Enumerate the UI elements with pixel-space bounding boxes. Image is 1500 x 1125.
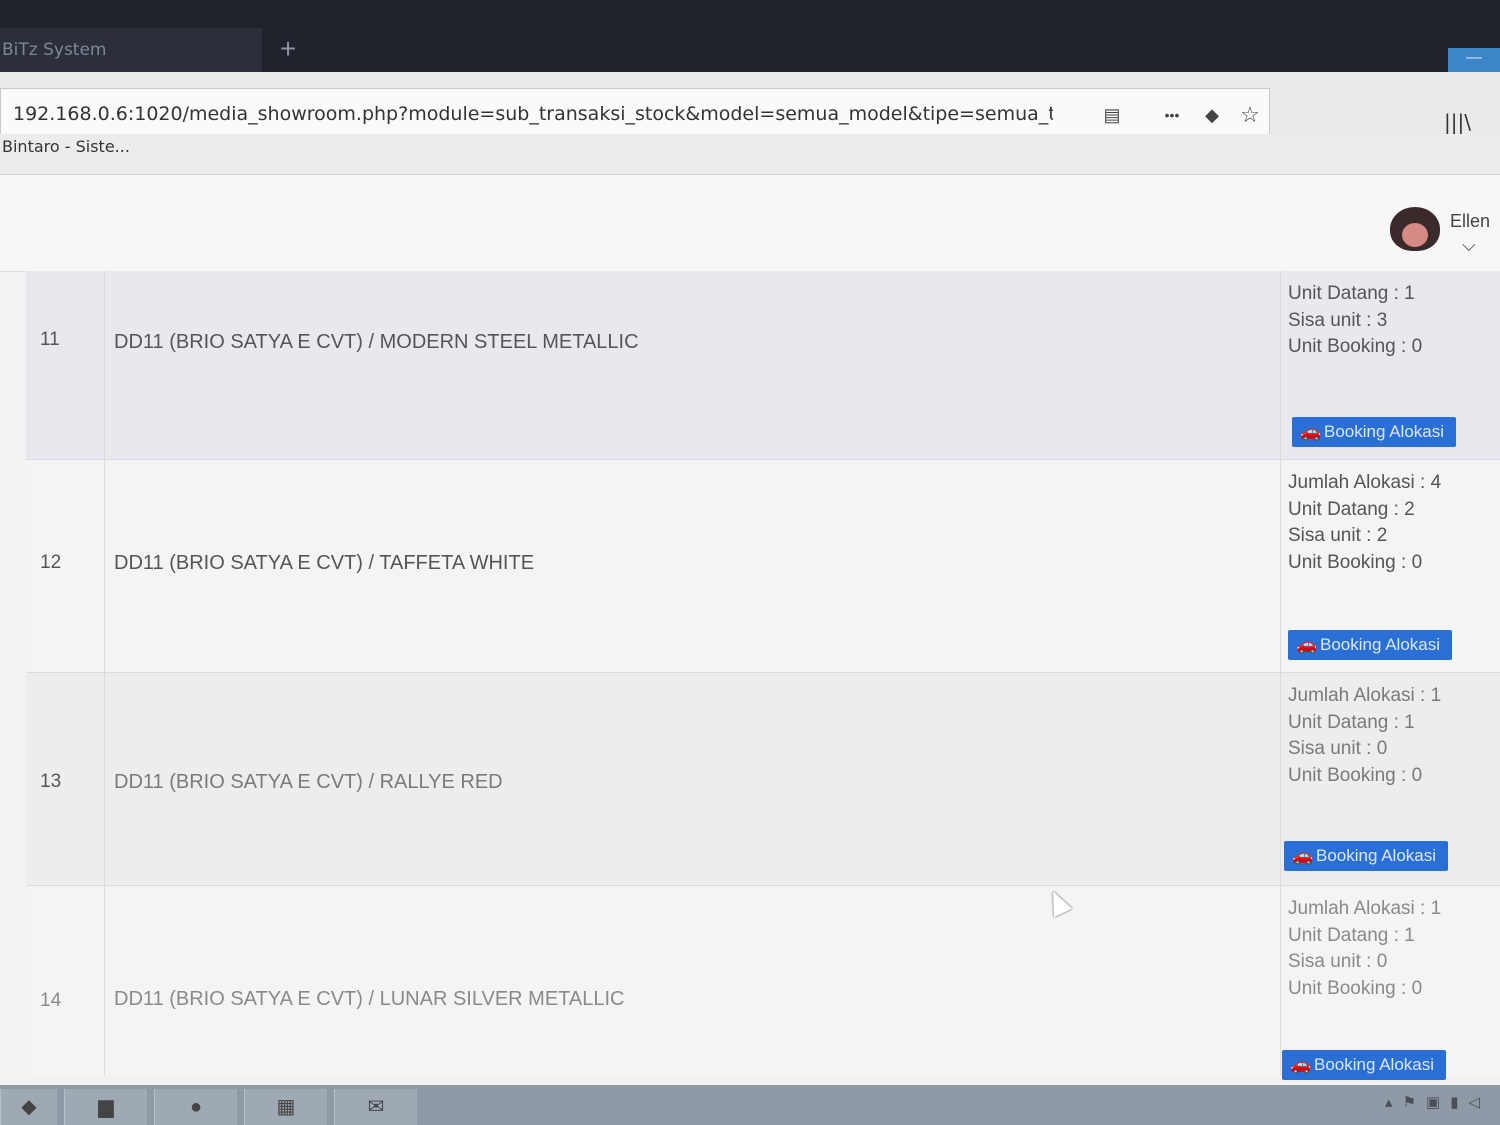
row-number: 12	[40, 552, 62, 573]
explorer-icon[interactable]: ▆	[64, 1089, 147, 1125]
bookmarks-bar: Bintaro - Siste...	[0, 134, 1500, 175]
row-number: 14	[40, 990, 62, 1011]
url-text[interactable]: 192.168.0.6:1020/media_showroom.php?modu…	[13, 103, 1053, 125]
booking-alokasi-button[interactable]: 🚗 Booking Alokasi	[1292, 417, 1456, 447]
pocket-icon[interactable]: ◆	[1199, 103, 1225, 127]
user-name[interactable]: Ellen	[1450, 211, 1490, 232]
browser-tab[interactable]: BiTz System	[0, 28, 262, 72]
info-line: Unit Datang : 2	[1288, 498, 1415, 520]
info-line: Sisa unit : 0	[1288, 738, 1388, 759]
stock-info: Jumlah Alokasi : 1 Unit Datang : 1 Sisa …	[1288, 896, 1488, 1002]
bookmark-item[interactable]: Bintaro - Siste...	[2, 137, 130, 156]
info-line: Sisa unit : 3	[1288, 309, 1388, 331]
vehicle-description: DD11 (BRIO SATYA E CVT) / MODERN STEEL M…	[114, 331, 639, 353]
table-row: 13 DD11 (BRIO SATYA E CVT) / RALLYE RED …	[26, 673, 1500, 886]
row-number: 13	[40, 771, 62, 792]
library-icon[interactable]: |||\	[1444, 110, 1471, 134]
row-description-cell: DD11 (BRIO SATYA E CVT) / RALLYE RED	[104, 673, 1281, 885]
row-number-cell: 13	[26, 673, 105, 885]
info-line: Jumlah Alokasi : 1	[1288, 898, 1442, 919]
address-bar[interactable]: 192.168.0.6:1020/media_showroom.php?modu…	[0, 88, 1270, 140]
info-line: Unit Booking : 0	[1288, 764, 1423, 786]
table-row: 12 DD11 (BRIO SATYA E CVT) / TAFFETA WHI…	[26, 460, 1500, 673]
os-taskbar: ◆ ▆ ● ▦ ✉ ▴⚑▣▮◁	[0, 1085, 1500, 1125]
car-icon: 🚗	[1300, 422, 1322, 441]
row-description-cell: DD11 (BRIO SATYA E CVT) / LUNAR SILVER M…	[104, 886, 1281, 1076]
minimize-button[interactable]: —	[1448, 48, 1500, 72]
button-label: Booking Alokasi	[1320, 635, 1441, 654]
car-icon: 🚗	[1296, 635, 1318, 654]
info-line: Unit Datang : 1	[1288, 283, 1415, 304]
stock-info: Jumlah Alokasi : 4 Unit Datang : 2 Sisa …	[1288, 470, 1488, 576]
calculator-icon[interactable]: ▦	[244, 1089, 327, 1125]
info-line: Jumlah Alokasi : 1	[1288, 685, 1442, 706]
bookmark-star-icon[interactable]: ☆	[1237, 103, 1263, 127]
reader-view-icon[interactable]: ▤	[1099, 103, 1125, 127]
row-number-cell: 11	[26, 271, 105, 459]
button-label: Booking Alokasi	[1316, 846, 1437, 865]
info-line: Unit Datang : 1	[1288, 711, 1415, 733]
info-line: Sisa unit : 0	[1288, 951, 1388, 972]
app-icon[interactable]: ✉	[334, 1089, 417, 1125]
info-line: Unit Booking : 0	[1288, 551, 1423, 573]
row-description-cell: DD11 (BRIO SATYA E CVT) / MODERN STEEL M…	[104, 271, 1281, 459]
table-row: 14 DD11 (BRIO SATYA E CVT) / LUNAR SILVE…	[26, 886, 1500, 1080]
info-line: Jumlah Alokasi : 4	[1288, 472, 1442, 493]
row-number-cell: 12	[26, 460, 105, 672]
user-avatar[interactable]	[1390, 207, 1440, 251]
system-tray: ▴⚑▣▮◁	[1385, 1094, 1490, 1111]
vehicle-description: DD11 (BRIO SATYA E CVT) / LUNAR SILVER M…	[114, 988, 625, 1010]
app-header: Ellen ⌵	[0, 175, 1500, 272]
stock-table: 11 DD11 (BRIO SATYA E CVT) / MODERN STEE…	[26, 271, 1500, 1080]
info-line: Sisa unit : 2	[1288, 525, 1388, 546]
booking-alokasi-button[interactable]: 🚗 Booking Alokasi	[1288, 630, 1452, 660]
stock-info: Unit Datang : 1 Sisa unit : 3 Unit Booki…	[1288, 281, 1488, 361]
info-line: Unit Booking : 0	[1288, 977, 1423, 999]
browser-icon[interactable]: ●	[154, 1089, 237, 1125]
table-row: 11 DD11 (BRIO SATYA E CVT) / MODERN STEE…	[26, 271, 1500, 460]
booking-alokasi-button[interactable]: 🚗 Booking Alokasi	[1282, 1050, 1446, 1080]
car-icon: 🚗	[1290, 1055, 1312, 1074]
row-number: 11	[40, 329, 60, 350]
start-icon[interactable]: ◆	[0, 1089, 57, 1125]
info-line: Unit Datang : 1	[1288, 924, 1415, 946]
vehicle-description: DD11 (BRIO SATYA E CVT) / TAFFETA WHITE	[114, 552, 535, 574]
booking-alokasi-button[interactable]: 🚗 Booking Alokasi	[1284, 841, 1448, 871]
chevron-down-icon[interactable]: ⌵	[1462, 235, 1476, 256]
car-icon: 🚗	[1292, 846, 1314, 865]
stock-info: Jumlah Alokasi : 1 Unit Datang : 1 Sisa …	[1288, 683, 1488, 789]
new-tab-button[interactable]: +	[268, 30, 308, 68]
button-label: Booking Alokasi	[1314, 1055, 1435, 1074]
row-description-cell: DD11 (BRIO SATYA E CVT) / TAFFETA WHITE	[104, 460, 1281, 672]
button-label: Booking Alokasi	[1324, 422, 1445, 441]
row-number-cell: 14	[26, 886, 105, 1076]
vehicle-description: DD11 (BRIO SATYA E CVT) / RALLYE RED	[114, 771, 503, 793]
tab-title: BiTz System	[2, 40, 107, 60]
page-content: Ellen ⌵ 11 DD11 (BRIO SATYA E CVT) / MOD…	[0, 175, 1500, 1085]
info-line: Unit Booking : 0	[1288, 336, 1423, 357]
page-actions-icon[interactable]: •••	[1157, 103, 1187, 127]
tab-strip: BiTz System + —	[0, 0, 1500, 72]
